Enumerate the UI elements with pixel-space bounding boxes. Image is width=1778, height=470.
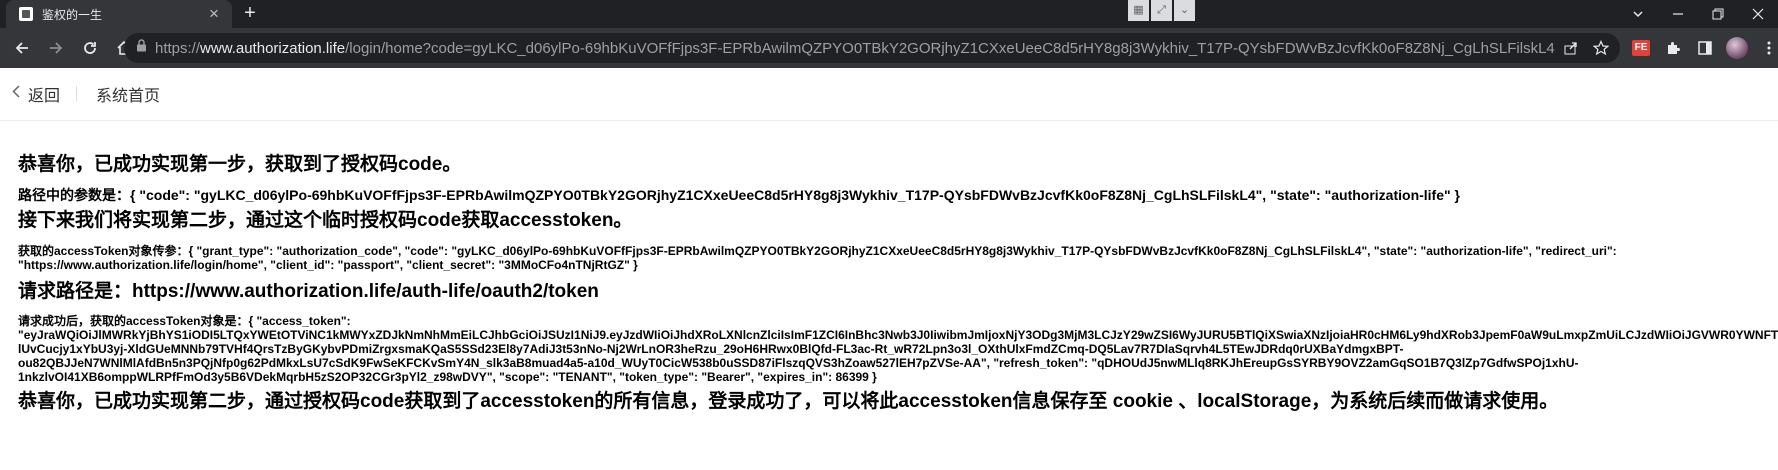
expand-icon[interactable]: ⤢ (1151, 0, 1172, 21)
main-content: 恭喜你，已成功实现第一步，获取到了授权码code。 路径中的参数是：{ "cod… (18, 150, 1778, 414)
browser-tab-strip: 鉴权的一生 × + ▦ ⤢ ⌄ (0, 0, 1778, 28)
token-line: "eyJraWQiOiJlMWRkYjBhYS1iODI5LTQxYWEtOTV… (18, 328, 1778, 342)
grid-icon[interactable]: ▦ (1128, 0, 1149, 21)
bookmark-star-icon[interactable] (1590, 38, 1612, 58)
step1-heading: 恭喜你，已成功实现第一步，获取到了授权码code。 (18, 154, 462, 175)
reload-icon[interactable] (76, 34, 104, 62)
url-scheme: https:// (155, 39, 201, 57)
floating-toolbar: ▦ ⤢ ⌄ (1128, 0, 1197, 21)
back-label: 返回 (28, 88, 61, 105)
step2-success-heading: 恭喜你，已成功实现第二步，通过授权码code获取到了accesstoken的所有… (18, 391, 1559, 412)
minimize-icon[interactable] (1658, 0, 1698, 28)
page-title: 系统首页 (96, 88, 161, 105)
window-controls (1618, 0, 1778, 28)
step2-heading: 接下来我们将实现第二步，通过这个临时授权码code获取accesstoken。 (18, 210, 633, 231)
token-response-text: 请求成功后，获取的accessToken对象是：{ "access_token"… (18, 314, 1778, 384)
tab-search-icon[interactable] (1618, 0, 1658, 28)
request-params-line-2: "https://www.authorization.life/login/ho… (18, 258, 638, 272)
fe-extension-badge: FE (1632, 40, 1650, 56)
profile-avatar[interactable] (1724, 35, 1750, 61)
browser-tab[interactable]: 鉴权的一生 × (6, 0, 232, 28)
token-line: 1nkzlvOI41XB6omppWLRPfFmOd3y5B6VDekMqrbH… (18, 370, 877, 384)
browser-toolbar: https://www.authorization.life/login/hom… (0, 28, 1778, 68)
share-icon[interactable] (1560, 38, 1582, 58)
chevron-down-icon[interactable]: ⌄ (1174, 0, 1195, 21)
close-window-icon[interactable] (1738, 0, 1778, 28)
avatar (1726, 37, 1748, 59)
side-panel-icon[interactable] (1692, 35, 1718, 61)
url-path: /login/home?code=gyLKC_d06ylPo-69hbKuVOF… (345, 39, 1555, 57)
more-menu-icon[interactable] (1756, 35, 1778, 61)
extension-area: FE (1628, 34, 1778, 62)
forward-arrow-icon[interactable] (42, 34, 70, 62)
restore-icon[interactable] (1698, 0, 1738, 28)
puzzle-extensions-icon[interactable] (1660, 35, 1686, 61)
address-bar[interactable]: https://www.authorization.life/login/hom… (124, 33, 1620, 63)
favicon-icon (19, 7, 33, 21)
tab-title: 鉴权的一生 (42, 7, 103, 22)
url-text: https://www.authorization.life/login/hom… (155, 40, 1555, 57)
omnibox-actions (1552, 38, 1612, 58)
token-line: 请求成功后，获取的accessToken对象是：{ "access_token"… (18, 314, 351, 328)
request-path-heading: 请求路径是：https://www.authorization.life/aut… (18, 281, 599, 302)
token-line: lUvCucjy1xYbU3yj-XldGUeMNNb79TVHf4QrsTzB… (18, 342, 1404, 356)
path-params-text: 路径中的参数是：{ "code": "gyLKC_d06ylPo-69hbKuV… (18, 187, 1460, 203)
lock-icon[interactable] (136, 39, 147, 57)
back-button[interactable]: 返回 (12, 82, 60, 106)
url-host: www.authorization.life (200, 39, 346, 57)
new-tab-button[interactable]: + (238, 2, 262, 25)
token-line: ou82QBJJeN7WNlMlAfdBn5n3PQjNfp0g62PdMkxL… (18, 356, 1579, 370)
close-tab-icon[interactable]: × (204, 4, 224, 24)
nav-divider (76, 86, 77, 102)
chevron-left-icon (12, 85, 20, 103)
page-navbar: 返回 系统首页 (0, 68, 1778, 121)
fe-extension-icon[interactable]: FE (1628, 35, 1654, 61)
back-arrow-icon[interactable] (8, 34, 36, 62)
request-params-line-1: 获取的accessToken对象传参：{ "grant_type": "auth… (18, 244, 1617, 258)
